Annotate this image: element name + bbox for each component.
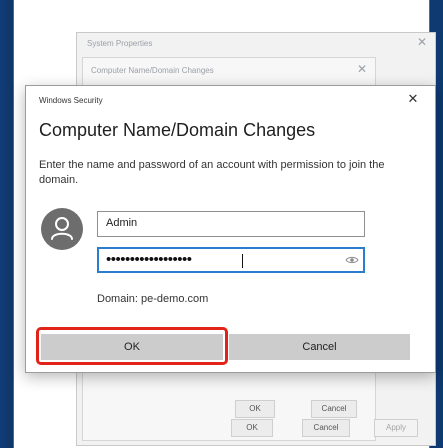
close-icon[interactable]: ✕ bbox=[357, 62, 367, 76]
dialog-caption: Windows Security bbox=[39, 96, 103, 105]
dialog-description: Enter the name and password of an accoun… bbox=[39, 159, 385, 186]
domain-label: Domain: pe-demo.com bbox=[97, 293, 209, 305]
ok-button[interactable]: OK bbox=[41, 334, 223, 360]
dialog-heading: Computer Name/Domain Changes bbox=[39, 120, 316, 140]
user-silhouette-icon bbox=[51, 217, 73, 240]
password-value: •••••••••••••••••• bbox=[106, 251, 192, 268]
username-field[interactable]: Admin bbox=[97, 211, 365, 237]
user-avatar-icon bbox=[41, 208, 83, 250]
system-apply-button[interactable]: Apply bbox=[374, 419, 418, 437]
text-caret bbox=[242, 254, 243, 268]
windows-security-dialog: Windows Security ✕ Computer Name/Domain … bbox=[25, 85, 436, 373]
background-ok-button[interactable]: OK bbox=[235, 400, 275, 418]
password-field[interactable]: •••••••••••••••••• bbox=[97, 247, 365, 273]
background-window-title: Computer Name/Domain Changes bbox=[91, 66, 214, 75]
reveal-password-icon[interactable] bbox=[345, 253, 359, 267]
username-value: Admin bbox=[106, 217, 138, 229]
close-icon[interactable]: ✕ bbox=[404, 90, 422, 108]
background-cancel-button[interactable]: Cancel bbox=[311, 400, 357, 418]
system-ok-button[interactable]: OK bbox=[231, 419, 273, 437]
system-cancel-button[interactable]: Cancel bbox=[302, 419, 350, 437]
close-icon[interactable]: ✕ bbox=[417, 35, 427, 49]
cancel-button[interactable]: Cancel bbox=[229, 334, 410, 360]
system-properties-title: System Properties bbox=[87, 39, 153, 48]
